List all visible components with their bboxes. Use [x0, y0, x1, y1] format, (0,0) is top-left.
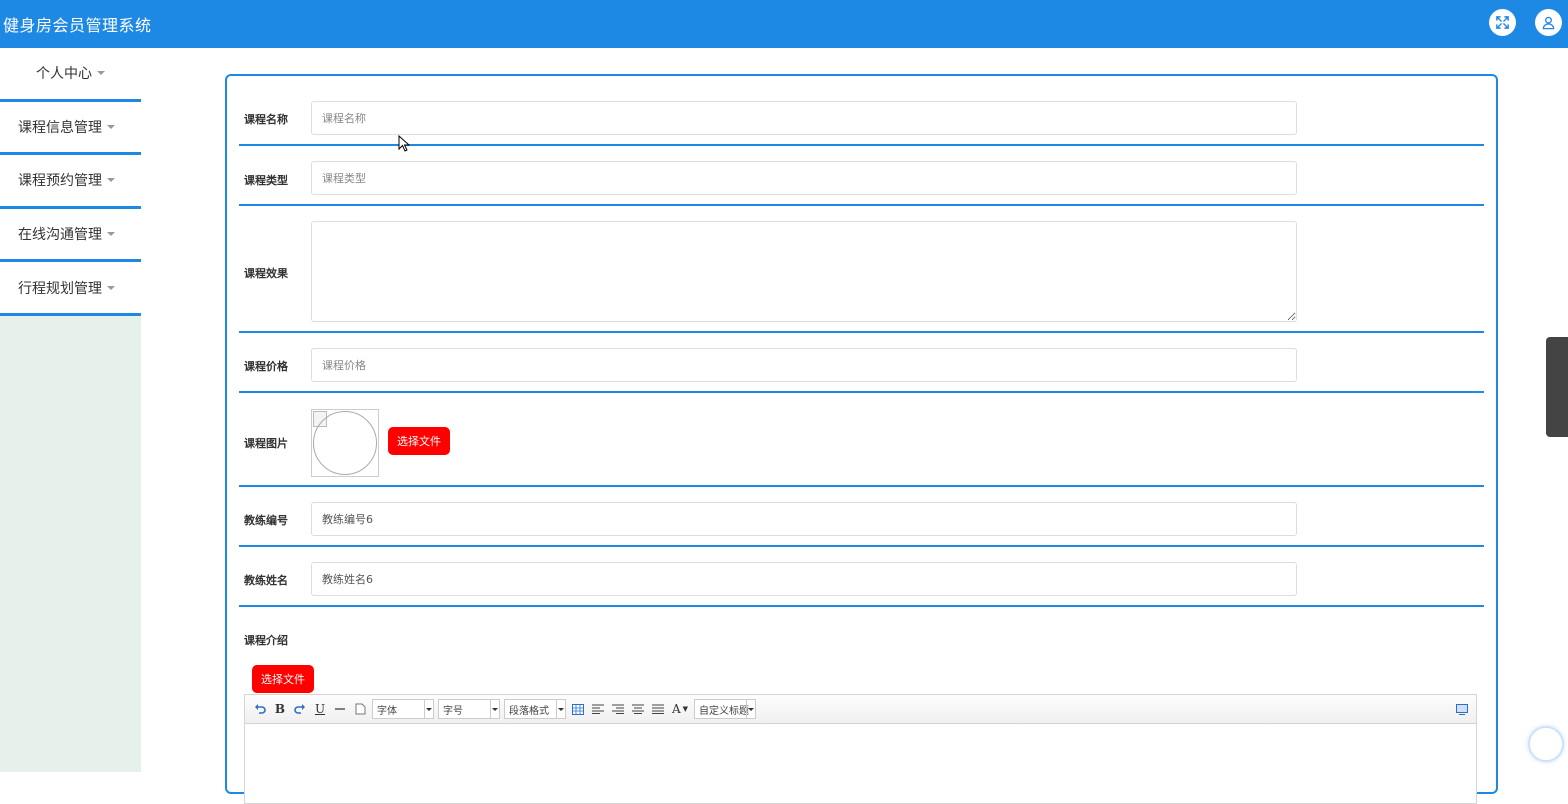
caret-down-icon	[107, 232, 115, 237]
course-price-input[interactable]	[311, 348, 1297, 382]
sidebar-item-label: 课程预约管理	[18, 173, 102, 190]
paragraph-format-select[interactable]: 段落格式	[504, 699, 566, 719]
course-price-label: 课程价格	[244, 360, 288, 373]
font-family-value: 字体	[377, 705, 397, 717]
course-form-card: 课程名称 课程类型 课程效果 课程价格 课程图片 选择文件 教练编号 教练姓名 …	[225, 74, 1498, 804]
paragraph-format-value: 段落格式	[509, 705, 549, 717]
chevron-down-icon	[424, 700, 432, 718]
font-color-letter: A	[671, 702, 681, 716]
underline-icon[interactable]: U	[312, 701, 328, 717]
redo-icon[interactable]	[292, 701, 308, 717]
choose-intro-file-button[interactable]: 选择文件	[252, 665, 314, 693]
form-row-coach-id: 教练编号	[239, 487, 1484, 547]
sidebar-item-label: 课程信息管理	[18, 119, 102, 136]
caret-down-icon	[97, 71, 105, 76]
sidebar-item-schedule[interactable]: 行程规划管理	[0, 262, 141, 316]
page-icon[interactable]	[352, 701, 368, 717]
side-panel-handle[interactable]	[1546, 337, 1568, 437]
caret-down-icon	[107, 285, 115, 290]
form-row-course-name: 课程名称	[239, 76, 1484, 146]
custom-title-select[interactable]: 自定义标题	[694, 699, 756, 719]
caret-down-icon	[107, 124, 115, 129]
chevron-down-icon	[490, 700, 498, 718]
align-right-icon[interactable]	[610, 701, 626, 717]
course-name-label: 课程名称	[244, 113, 288, 126]
sidebar-item-course-booking[interactable]: 课程预约管理	[0, 155, 141, 209]
sidebar-item-label: 行程规划管理	[18, 280, 102, 297]
caret-down-icon: ▼	[682, 705, 689, 713]
course-effect-label: 课程效果	[244, 267, 288, 280]
app-title: 健身房会员管理系统	[3, 16, 152, 35]
bold-icon[interactable]: B	[272, 701, 288, 717]
fullscreen-button[interactable]	[1489, 9, 1516, 36]
sidebar-item-personal-center[interactable]: 个人中心	[0, 48, 141, 102]
expand-icon	[1496, 16, 1509, 29]
editor-content-area[interactable]	[245, 724, 1476, 804]
sidebar: 个人中心 课程信息管理 课程预约管理 在线沟通管理 行程规划管理	[0, 48, 141, 772]
course-type-label: 课程类型	[244, 174, 288, 187]
editor-toolbar: B U 字体 字号 段落格式 A ▼ 自定义标题	[245, 695, 1476, 724]
sidebar-menu: 个人中心 课程信息管理 课程预约管理 在线沟通管理 行程规划管理	[0, 48, 141, 316]
course-intro-label: 课程介绍	[244, 634, 288, 647]
user-icon	[1542, 16, 1555, 30]
sidebar-item-label: 个人中心	[36, 66, 92, 83]
form-row-course-effect: 课程效果	[239, 206, 1484, 333]
user-button[interactable]	[1535, 9, 1562, 36]
chevron-down-icon	[746, 700, 754, 718]
course-image-preview	[311, 409, 379, 477]
image-circle	[313, 411, 377, 475]
custom-title-value: 自定义标题	[699, 705, 749, 717]
font-size-select[interactable]: 字号	[438, 699, 500, 719]
align-center-icon[interactable]	[630, 701, 646, 717]
font-color-icon[interactable]: A ▼	[670, 701, 690, 717]
course-image-label: 课程图片	[244, 437, 288, 450]
floating-action-button[interactable]	[1528, 726, 1564, 762]
top-bar: 健身房会员管理系统	[0, 0, 1568, 48]
sidebar-item-label: 在线沟通管理	[18, 227, 102, 244]
course-effect-textarea[interactable]	[311, 221, 1297, 322]
form-row-course-price: 课程价格	[239, 333, 1484, 393]
sidebar-item-course-info[interactable]: 课程信息管理	[0, 102, 141, 156]
mouse-cursor-icon	[398, 135, 410, 152]
preview-icon[interactable]	[1454, 701, 1470, 717]
coach-name-input[interactable]	[311, 562, 1297, 596]
chevron-down-icon	[556, 700, 564, 718]
caret-down-icon	[107, 178, 115, 183]
course-intro-editor: B U 字体 字号 段落格式 A ▼ 自定义标题	[244, 694, 1477, 804]
choose-image-button[interactable]: 选择文件	[388, 427, 450, 455]
course-type-input[interactable]	[311, 161, 1297, 195]
align-justify-icon[interactable]	[650, 701, 666, 717]
horizontal-rule-icon[interactable]	[332, 701, 348, 717]
undo-icon[interactable]	[252, 701, 268, 717]
course-name-input[interactable]	[311, 101, 1297, 135]
coach-name-label: 教练姓名	[244, 574, 288, 587]
table-icon[interactable]	[570, 701, 586, 717]
font-family-select[interactable]: 字体	[372, 699, 434, 719]
align-left-icon[interactable]	[590, 701, 606, 717]
sidebar-item-online-chat[interactable]: 在线沟通管理	[0, 209, 141, 263]
form-row-course-image: 课程图片 选择文件	[239, 393, 1484, 487]
form-row-coach-name: 教练姓名	[239, 547, 1484, 607]
form-row-course-type: 课程类型	[239, 146, 1484, 206]
coach-id-label: 教练编号	[244, 514, 288, 527]
coach-id-input[interactable]	[311, 502, 1297, 536]
font-size-value: 字号	[443, 705, 463, 717]
